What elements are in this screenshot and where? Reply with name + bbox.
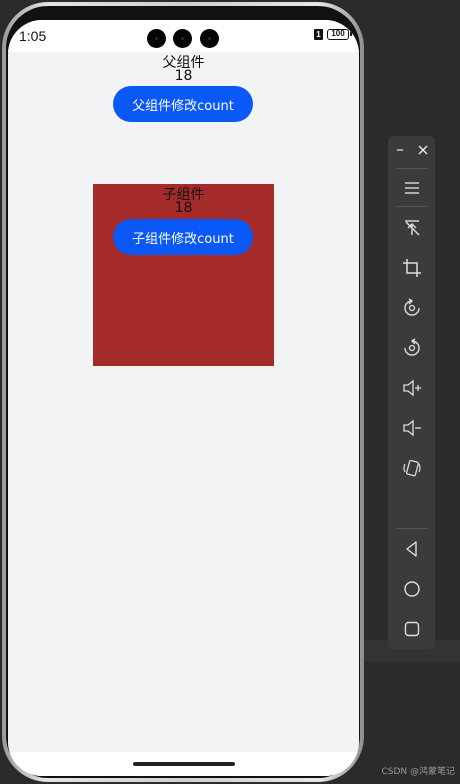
device-screen: 1:05 1 100 父组件 18 父组件修改count 子组件 18 子组件修… <box>8 20 359 776</box>
shake-icon[interactable] <box>388 453 435 483</box>
battery-icon: 100 <box>327 29 352 40</box>
camera-icon <box>147 29 166 48</box>
status-bar: 1:05 1 100 <box>8 20 359 52</box>
camera-icon <box>200 29 219 48</box>
parent-count: 18 <box>174 68 193 84</box>
crop-icon[interactable] <box>388 253 435 283</box>
app-content: 父组件 18 父组件修改count 子组件 18 子组件修改count <box>8 52 359 752</box>
volume-up-icon[interactable] <box>388 373 435 403</box>
pin-top-icon[interactable] <box>388 213 435 243</box>
child-count: 18 <box>174 200 193 216</box>
toolbar-divider <box>396 206 427 207</box>
sim-icon: 1 <box>314 29 323 40</box>
status-time: 1:05 <box>19 28 47 44</box>
rotate-left-icon[interactable] <box>388 293 435 323</box>
emulator-stage: 1:05 1 100 父组件 18 父组件修改count 子组件 18 子组件修… <box>0 0 460 784</box>
parent-modify-count-button[interactable]: 父组件修改count <box>113 86 253 122</box>
home-indicator[interactable] <box>133 762 235 766</box>
status-indicators: 1 100 <box>314 29 352 40</box>
volume-down-icon[interactable] <box>388 413 435 443</box>
navigation-bar <box>8 752 359 776</box>
back-icon[interactable] <box>388 534 435 564</box>
watermark: CSDN @鸿蒙笔记 <box>381 767 455 777</box>
emulator-toolbar <box>388 136 435 649</box>
child-component: 子组件 18 子组件修改count <box>93 184 274 366</box>
minimize-icon[interactable] <box>392 142 408 158</box>
close-icon[interactable] <box>415 142 431 158</box>
camera-icon <box>173 29 192 48</box>
phone-frame: 1:05 1 100 父组件 18 父组件修改count 子组件 18 子组件修… <box>2 2 364 782</box>
recent-icon[interactable] <box>388 614 435 644</box>
home-icon[interactable] <box>388 574 435 604</box>
menu-icon[interactable] <box>388 173 435 203</box>
toolbar-divider <box>396 528 427 529</box>
toolbar-divider <box>396 168 427 169</box>
rotate-right-icon[interactable] <box>388 333 435 363</box>
child-modify-count-button[interactable]: 子组件修改count <box>113 219 253 255</box>
